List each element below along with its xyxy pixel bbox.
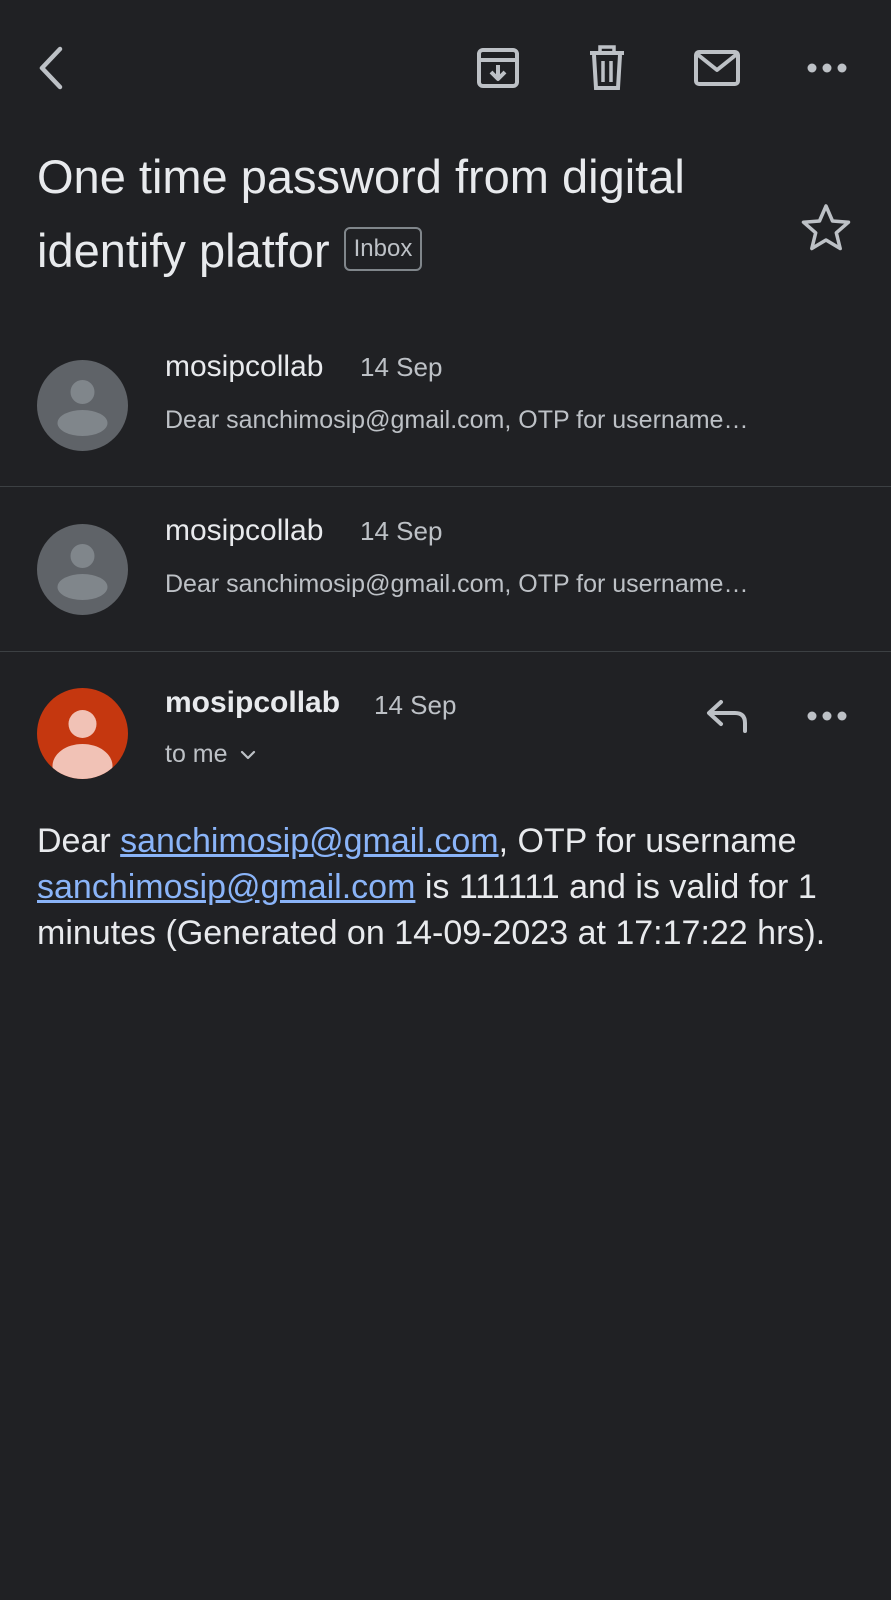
collapsed-message[interactable]: mosipcollab 14 Sep Dear sanchimosip@gmai…	[0, 487, 891, 651]
email-link[interactable]: sanchimosip@gmail.com	[120, 822, 498, 860]
archive-button[interactable]	[468, 38, 528, 98]
email-link[interactable]: sanchimosip@gmail.com	[37, 868, 415, 906]
reply-button[interactable]	[697, 686, 757, 746]
mark-unread-button[interactable]	[687, 38, 747, 98]
avatar	[37, 360, 128, 451]
recipient-label: to me	[165, 740, 228, 768]
message-more-options-button[interactable]	[797, 686, 857, 746]
sender-name: mosipcollab	[165, 514, 324, 547]
chevron-left-icon	[39, 46, 63, 90]
open-message-sender: mosipcollab	[165, 686, 341, 719]
person-icon	[57, 380, 108, 436]
star-icon[interactable]	[800, 202, 852, 254]
message-date: 14 Sep	[360, 352, 443, 382]
delete-button[interactable]	[577, 38, 637, 98]
more-horizontal-icon	[807, 63, 847, 73]
back-button[interactable]	[20, 38, 80, 98]
inbox-label-chip[interactable]: Inbox	[343, 226, 423, 271]
mail-icon	[694, 50, 740, 86]
divider	[0, 651, 891, 652]
collapsed-message[interactable]: mosipcollab 14 Sep Dear sanchimosip@gmai…	[0, 322, 891, 486]
body-text: , OTP for username	[498, 822, 797, 860]
reply-icon	[707, 700, 747, 733]
more-horizontal-icon	[807, 711, 847, 721]
sender-name: mosipcollab	[165, 350, 324, 383]
archive-icon	[477, 48, 519, 88]
recipient-details-toggle[interactable]: to me	[165, 740, 256, 769]
message-snippet: Dear sanchimosip@gmail.com, OTP for user…	[165, 406, 749, 434]
sender-avatar[interactable]	[37, 688, 128, 779]
top-toolbar	[0, 0, 891, 136]
person-icon	[52, 710, 113, 779]
more-options-button[interactable]	[797, 38, 857, 98]
email-subject: One time password from digital identify …	[37, 140, 777, 288]
trash-icon	[590, 45, 624, 90]
message-date: 14 Sep	[360, 516, 443, 546]
open-message-date: 14 Sep	[374, 690, 457, 720]
avatar	[37, 524, 128, 615]
body-text: Dear	[37, 822, 121, 860]
person-icon	[57, 544, 108, 600]
chevron-down-icon	[240, 750, 255, 759]
message-snippet: Dear sanchimosip@gmail.com, OTP for user…	[165, 570, 749, 598]
message-body: Dear sanchimosip@gmail.com, OTP for user…	[37, 818, 857, 956]
